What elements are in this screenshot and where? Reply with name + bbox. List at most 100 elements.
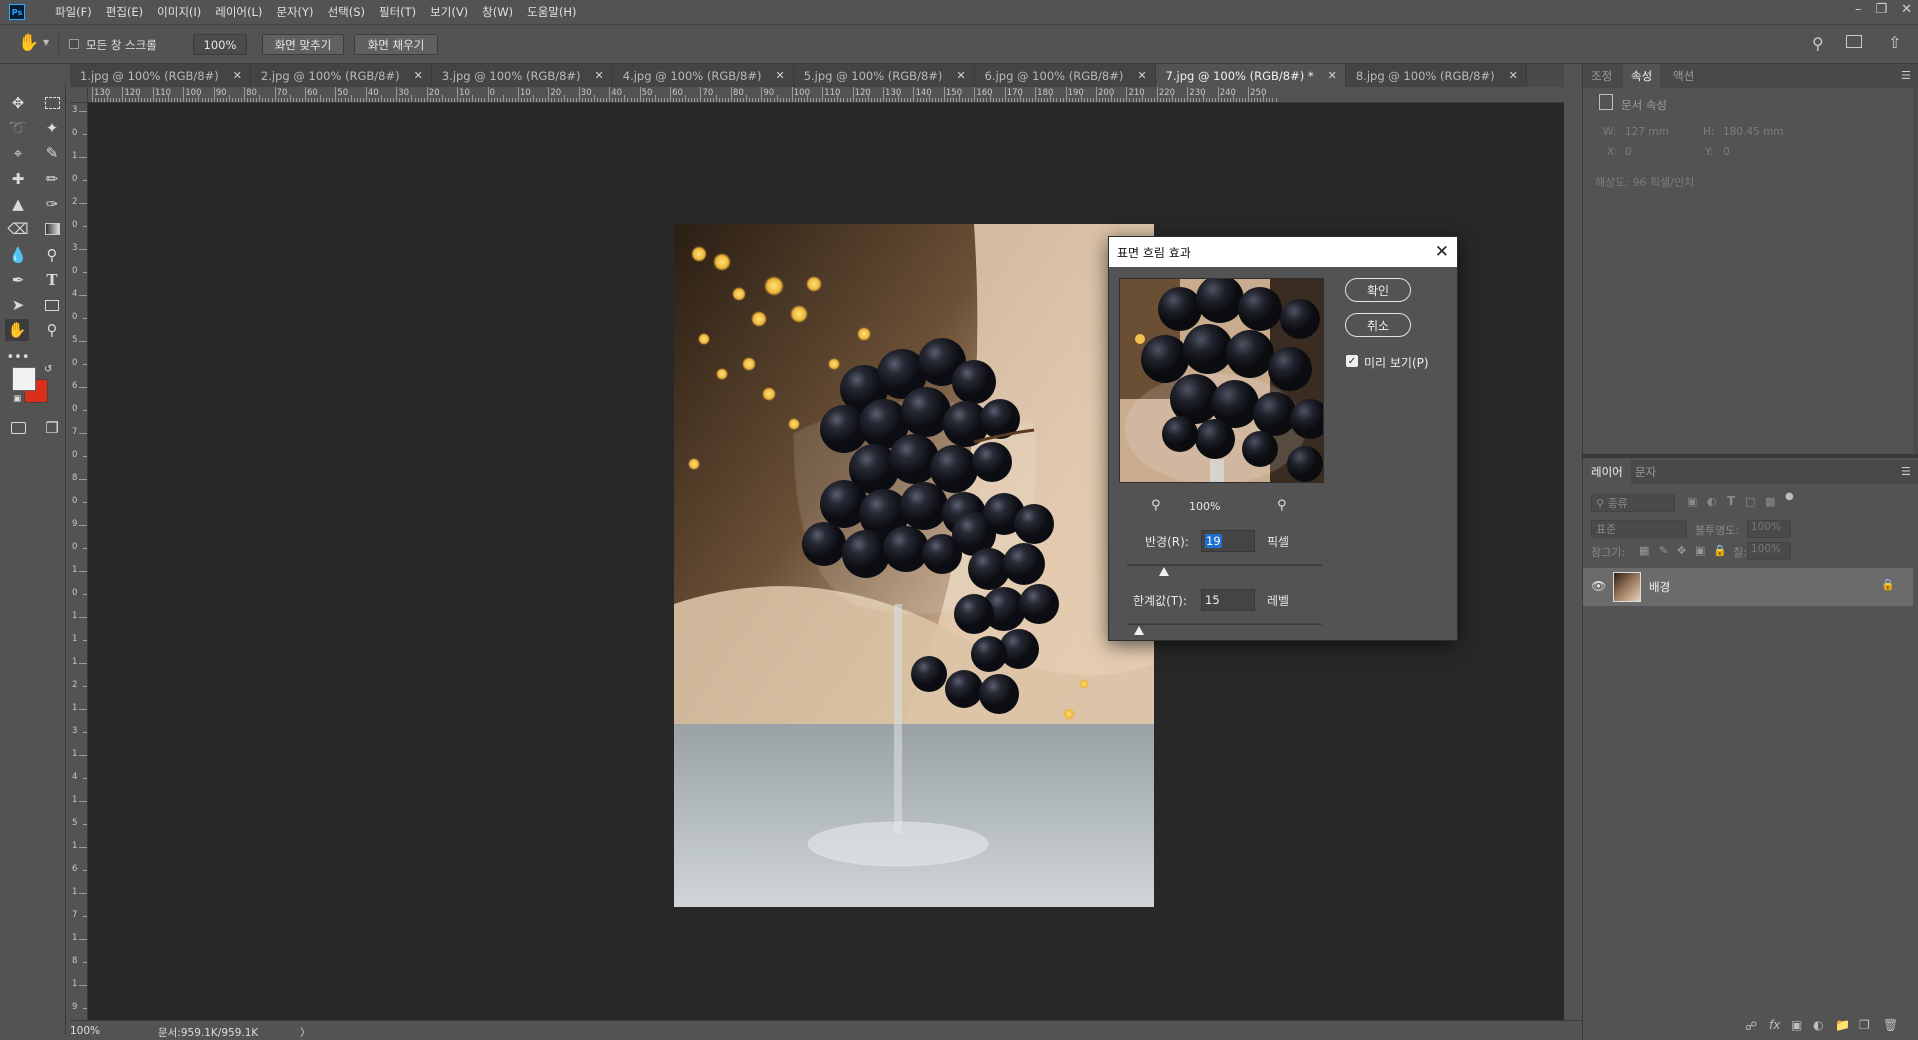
foreground-color-swatch[interactable]: [12, 367, 36, 391]
lock-transparent-icon[interactable]: ▦: [1639, 544, 1649, 557]
panel-menu-icon[interactable]: ☰: [1901, 69, 1911, 82]
new-layer-icon[interactable]: ❐: [1859, 1018, 1870, 1032]
status-menu-arrow[interactable]: 〉: [300, 1025, 311, 1040]
quick-mask-icon[interactable]: [6, 417, 30, 439]
blend-mode-dropdown[interactable]: 표준: [1591, 520, 1687, 538]
adjustment-layer-icon[interactable]: ◐: [1813, 1018, 1823, 1032]
link-layers-icon[interactable]: ☍: [1745, 1019, 1757, 1033]
filter-adjustment-icon[interactable]: ◐: [1707, 495, 1717, 508]
preview-checkbox[interactable]: ✓: [1346, 355, 1358, 367]
tab-document-4[interactable]: 4.jpg @ 100% (RGB/8#) ✕: [612, 64, 794, 87]
blur-tool-icon[interactable]: 💧: [6, 244, 30, 266]
eraser-tool-icon[interactable]: ⌫: [6, 218, 30, 240]
move-tool-icon[interactable]: ✥: [6, 92, 30, 114]
tab-document-3[interactable]: 3.jpg @ 100% (RGB/8#) ✕: [431, 64, 613, 87]
vertical-ruler[interactable]: 3 0 1 0 2 0 3 0 4 0 5 0 6 0 7 0 8 0 9 0 1 0 1 1 1 2 1 3 1 4 1 5 1 6 1 7 1 8 1 9: [70, 103, 88, 1020]
menu-edit[interactable]: 편집(E): [106, 4, 143, 20]
stamp-tool-icon[interactable]: ▲: [6, 193, 30, 215]
group-folder-icon[interactable]: 📁: [1835, 1018, 1850, 1032]
chevron-down-icon[interactable]: ▼: [43, 38, 49, 47]
zoom-out-icon[interactable]: ⚲: [1151, 498, 1161, 513]
radius-slider-track[interactable]: [1127, 564, 1322, 566]
horizontal-ruler[interactable]: 130 120 110 100 90 80 70 60 50 40 30 20 10 0 10 20 30 40 5…: [88, 87, 1564, 103]
zoom-field[interactable]: 100%: [193, 34, 247, 55]
tab-document-5[interactable]: 5.jpg @ 100% (RGB/8#) ✕: [793, 64, 975, 87]
width-value[interactable]: 127 mm: [1625, 126, 1669, 138]
menu-type[interactable]: 문자(Y): [276, 4, 313, 20]
layer-row-background[interactable]: 👁 배경 🔒: [1583, 568, 1913, 606]
fx-icon[interactable]: fx: [1769, 1018, 1780, 1032]
pen-tool-icon[interactable]: ✒: [6, 269, 30, 291]
panel-menu-icon[interactable]: ☰: [1901, 465, 1911, 478]
tab-document-1[interactable]: 1.jpg @ 100% (RGB/8#) ✕: [70, 64, 251, 87]
search-icon[interactable]: ⚲: [1812, 34, 1824, 53]
preview-window[interactable]: [1119, 278, 1324, 483]
tab-document-8[interactable]: 8.jpg @ 100% (RGB/8#) ✕: [1345, 64, 1527, 87]
close-icon[interactable]: ✕: [775, 69, 784, 82]
y-value[interactable]: 0: [1723, 146, 1730, 158]
document-image[interactable]: [674, 224, 1154, 907]
layer-filter-dropdown[interactable]: ⚲ 종류: [1591, 494, 1675, 512]
path-selection-icon[interactable]: ➤: [6, 294, 30, 316]
cancel-button[interactable]: 취소: [1345, 313, 1411, 337]
layer-name[interactable]: 배경: [1649, 579, 1670, 595]
threshold-input[interactable]: 15: [1201, 589, 1255, 611]
restore-icon[interactable]: ❐: [1875, 2, 1887, 17]
close-icon[interactable]: ✕: [956, 69, 965, 82]
tab-properties[interactable]: 속성: [1623, 64, 1661, 88]
close-icon[interactable]: ✕: [1137, 69, 1146, 82]
zoom-in-icon[interactable]: ⚲: [1277, 498, 1287, 513]
tab-layers[interactable]: 레이어: [1583, 460, 1631, 484]
height-value[interactable]: 180.45 mm: [1723, 126, 1784, 138]
close-icon[interactable]: ✕: [1901, 2, 1912, 17]
tab-adjustments[interactable]: 조정: [1583, 64, 1620, 88]
opacity-field[interactable]: 100%: [1747, 520, 1791, 538]
default-colors-icon[interactable]: ▣: [13, 394, 22, 404]
radius-input[interactable]: 19: [1201, 530, 1255, 552]
workspace-icon[interactable]: [1846, 35, 1862, 48]
add-mask-icon[interactable]: ▣: [1791, 1018, 1802, 1032]
marquee-tool-icon[interactable]: [40, 92, 64, 114]
screen-mode-icon[interactable]: ❐: [40, 417, 64, 439]
fit-screen-button[interactable]: 화면 맞추기: [262, 34, 344, 55]
swap-colors-icon[interactable]: ↺: [44, 364, 52, 375]
ruler-origin[interactable]: [70, 87, 88, 103]
scroll-all-checkbox[interactable]: [69, 39, 79, 49]
tab-document-2[interactable]: 2.jpg @ 100% (RGB/8#) ✕: [250, 64, 432, 87]
rectangle-tool-icon[interactable]: [40, 294, 64, 316]
dialog-title-bar[interactable]: 표면 흐림 효과 ✕: [1109, 237, 1457, 267]
close-icon[interactable]: ✕: [414, 69, 423, 82]
threshold-slider-track[interactable]: [1127, 623, 1322, 625]
photoshop-logo[interactable]: Ps: [9, 4, 25, 20]
close-icon[interactable]: ✕: [233, 69, 242, 82]
close-icon[interactable]: ✕: [1509, 69, 1518, 82]
lock-position-icon[interactable]: ✥: [1677, 544, 1686, 557]
filter-toggle-icon[interactable]: ●: [1785, 491, 1794, 502]
share-icon[interactable]: ⇧: [1888, 33, 1901, 52]
filter-smart-object-icon[interactable]: ▩: [1765, 495, 1775, 508]
vertical-scrollbar[interactable]: [1564, 87, 1582, 1020]
more-tools-icon[interactable]: •••: [6, 346, 30, 368]
eye-icon[interactable]: 👁: [1591, 579, 1606, 593]
gradient-tool-icon[interactable]: [40, 218, 64, 240]
dodge-tool-icon[interactable]: ⚲: [40, 244, 64, 266]
lock-artboard-icon[interactable]: ▣: [1695, 544, 1705, 557]
status-zoom[interactable]: 100%: [70, 1025, 100, 1037]
healing-brush-icon[interactable]: ✚: [6, 168, 30, 190]
menu-select[interactable]: 선택(S): [328, 4, 365, 20]
close-icon[interactable]: ✕: [595, 69, 604, 82]
lock-icon[interactable]: 🔒: [1881, 578, 1895, 591]
filter-type-icon[interactable]: T: [1727, 494, 1735, 508]
tab-actions[interactable]: 액션: [1665, 64, 1702, 88]
threshold-slider-thumb[interactable]: [1133, 626, 1144, 635]
menu-file[interactable]: 파일(F): [55, 4, 92, 20]
fill-screen-button[interactable]: 화면 채우기: [354, 34, 438, 55]
hand-tool-icon[interactable]: ✋: [5, 319, 29, 341]
lasso-tool-icon[interactable]: ➰: [6, 117, 30, 139]
close-icon[interactable]: ✕: [1435, 242, 1449, 262]
minimize-icon[interactable]: –: [1855, 2, 1862, 17]
menu-layer[interactable]: 레이어(L): [215, 4, 262, 20]
panel-scrollbar[interactable]: [1913, 88, 1918, 458]
lock-all-icon[interactable]: 🔒: [1713, 544, 1727, 557]
menu-window[interactable]: 창(W): [482, 4, 513, 20]
